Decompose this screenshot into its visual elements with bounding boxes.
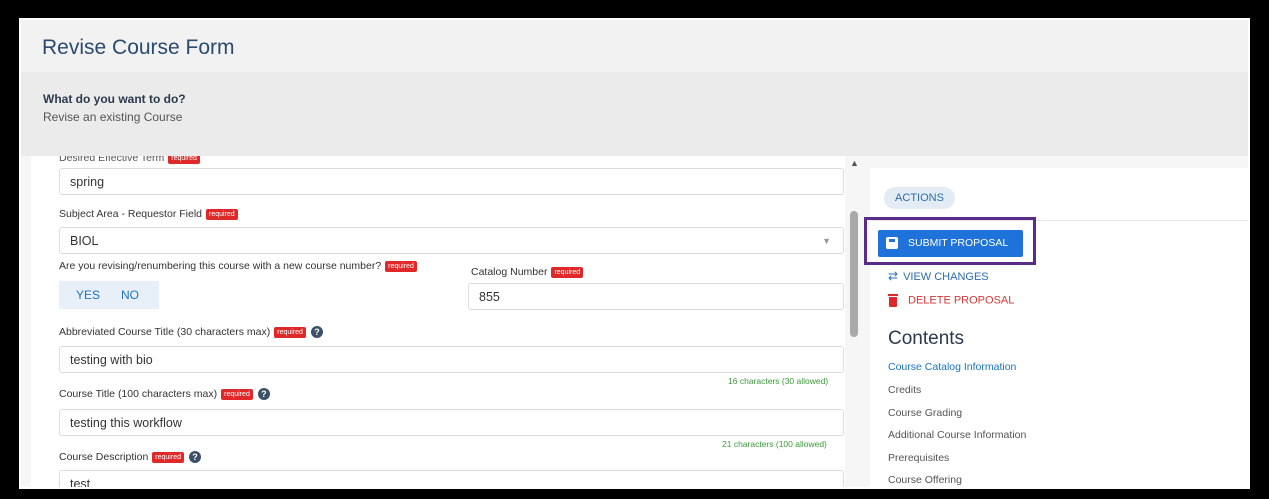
renumber-label: Are you revising/renumbering this course… [59,260,417,272]
help-icon[interactable]: ? [257,388,270,401]
submit-proposal-label: SUBMIT PROPOSAL [908,237,1009,249]
contents-heading: Contents [888,328,965,349]
actions-sidebar: ACTIONS SUBMIT PROPOSAL ⇄ VIEW CHANGES DE… [864,168,1248,487]
trash-icon [888,294,898,307]
main-area: Desired Effective Term required spring Su… [21,156,1248,487]
intent-answer: Revise an existing Course [43,110,183,124]
no-option[interactable]: NO [121,288,139,302]
chevron-down-icon: ▼ [822,236,831,246]
yes-option[interactable]: YES [76,288,100,302]
save-icon [886,237,898,249]
toc-item-credits[interactable]: Credits [888,384,921,396]
course-title-label: Course Title (100 characters max) require… [59,388,270,401]
tab-actions[interactable]: ACTIONS [884,187,955,209]
required-badge: required [551,266,584,278]
course-title-input[interactable]: testing this workflow [59,409,844,436]
toc-item-course-offering[interactable]: Course Offering [888,474,962,486]
toc-item-prerequisites[interactable]: Prerequisites [888,452,949,464]
submit-proposal-button[interactable]: SUBMIT PROPOSAL [878,230,1023,257]
delete-proposal-label: DELETE PROPOSAL [908,294,1015,307]
help-icon[interactable]: ? [310,326,323,339]
effective-term-label: Desired Effective Term required [59,156,200,164]
toc-item-course-catalog-information[interactable]: Course Catalog Information [888,361,1016,373]
help-icon[interactable]: ? [188,451,201,464]
abbrev-title-char-count: 16 characters (30 allowed) [728,376,829,386]
required-badge: required [206,208,238,220]
abbrev-title-input[interactable]: testing with bio [59,346,844,373]
header-bar: Revise Course Form [21,20,1248,72]
app-window: Revise Course Form What do you want to d… [19,18,1250,489]
description-label: Course Description required? [59,451,201,464]
form-scrollbar[interactable]: ▲ [847,156,861,487]
renumber-toggle: YES NO [59,281,159,309]
course-form: Desired Effective Term required spring Su… [31,156,845,487]
toc-item-additional-course-information[interactable]: Additional Course Information [888,429,1026,441]
catalog-number-input[interactable]: 855 [468,283,844,310]
page-title: Revise Course Form [42,36,235,59]
abbrev-title-label: Abbreviated Course Title (30 characters … [59,326,323,339]
subject-area-select[interactable]: BIOL ▼ [59,227,844,254]
scroll-up-icon[interactable]: ▲ [850,158,859,168]
subject-area-value: BIOL [70,234,99,248]
view-changes-link[interactable]: ⇄ VIEW CHANGES [888,269,989,283]
course-title-char-count: 21 characters (100 allowed) [722,439,827,449]
intent-question: What do you want to do? [43,92,186,106]
required-badge: required [168,156,200,164]
toc-item-course-grading[interactable]: Course Grading [888,407,962,419]
required-badge: required [274,326,306,338]
required-badge: required [152,451,184,463]
catalog-number-label: Catalog Number required [471,266,584,278]
intent-panel: What do you want to do? Revise an existi… [21,72,1248,156]
required-badge: required [221,388,253,400]
compare-arrows-icon: ⇄ [888,269,899,283]
view-changes-label: VIEW CHANGES [903,271,989,283]
scrollbar-thumb[interactable] [850,211,858,337]
description-input[interactable]: test [59,470,844,487]
effective-term-input[interactable]: spring [59,168,844,195]
required-badge: required [385,260,417,272]
delete-proposal-link[interactable]: DELETE PROPOSAL [888,294,1014,307]
subject-area-label: Subject Area - Requestor Field required [59,208,238,220]
